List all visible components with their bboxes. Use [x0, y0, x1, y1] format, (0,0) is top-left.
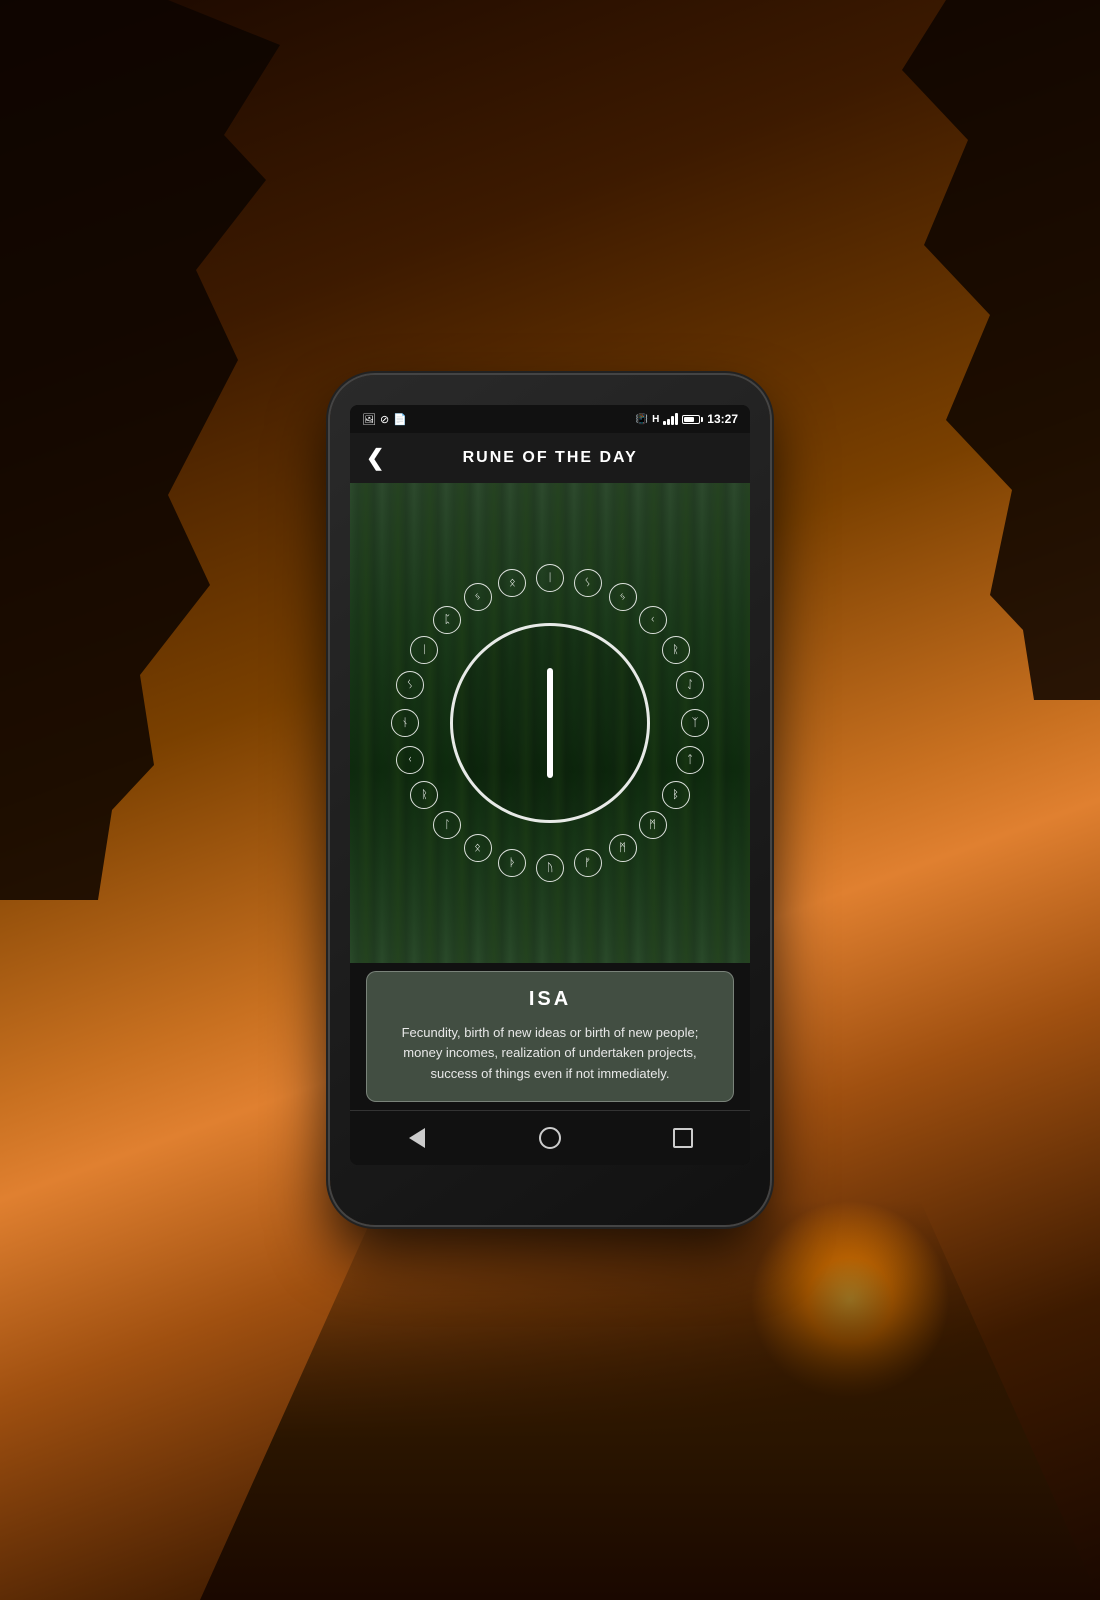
vibrate-icon: 📳: [636, 414, 648, 425]
rune-description: Fecundity, birth of new ideas or birth o…: [383, 1023, 717, 1085]
rune-ring-symbol: ᛟ: [498, 569, 526, 597]
rune-ring-symbol: ᚠ: [574, 849, 602, 877]
rune-circle-container: ᛁᛊᛃᚲᚱᛇᛉᛏᛒᛗᛗᚠᚢᚦᛟᛚᚱᚲᚾᛊᛁᛈᛃᛟ: [390, 563, 710, 883]
phone-device: 🖼 ⊘ 📄 📳 H 13:27: [330, 375, 770, 1225]
rune-ring-symbol: ᚢ: [536, 854, 564, 882]
rune-ring-symbol: ᚱ: [410, 781, 438, 809]
phone-screen: 🖼 ⊘ 📄 📳 H 13:27: [350, 405, 750, 1165]
home-circle-icon: [539, 1127, 561, 1149]
isa-rune-symbol: [547, 668, 553, 778]
status-bar: 🖼 ⊘ 📄 📳 H 13:27: [350, 405, 750, 433]
h-icon: H: [652, 414, 659, 425]
rune-ring-symbol: ᛗ: [609, 834, 637, 862]
status-time: 13:27: [707, 412, 738, 426]
file-status-icon: 📄: [393, 413, 407, 426]
back-button[interactable]: ❮: [366, 445, 384, 471]
rune-ring-symbol: ᛇ: [676, 671, 704, 699]
rune-ring-symbol: ᛚ: [433, 811, 461, 839]
recents-square-icon: [673, 1128, 693, 1148]
status-icons-right: 📳 H 13:27: [636, 412, 738, 426]
nav-recents-button[interactable]: [668, 1123, 698, 1153]
main-rune-circle: [450, 623, 650, 823]
rune-ring-symbol: ᛃ: [609, 583, 637, 611]
rune-ring-symbol: ᛗ: [639, 811, 667, 839]
rune-ring-symbol: ᛈ: [433, 606, 461, 634]
rune-ring-symbol: ᛁ: [410, 636, 438, 664]
rune-name: ISA: [383, 988, 717, 1011]
nav-back-button[interactable]: [402, 1123, 432, 1153]
rune-info-card: ISA Fecundity, birth of new ideas or bir…: [366, 971, 734, 1102]
rune-ring-symbol: ᛊ: [396, 671, 424, 699]
back-triangle-icon: [409, 1128, 425, 1148]
rune-ring-symbol: ᛊ: [574, 569, 602, 597]
signal-icon: [663, 413, 678, 425]
app-title: RUNE OF THE DAY: [396, 449, 704, 467]
battery-icon: [682, 415, 703, 424]
rune-ring-symbol: ᛏ: [676, 746, 704, 774]
rune-display-area: ᛁᛊᛃᚲᚱᛇᛉᛏᛒᛗᛗᚠᚢᚦᛟᛚᚱᚲᚾᛊᛁᛈᛃᛟ: [350, 483, 750, 963]
shield-status-icon: ⊘: [380, 413, 389, 426]
rune-ring-symbol: ᛉ: [681, 709, 709, 737]
image-status-icon: 🖼: [362, 413, 376, 426]
status-icons-left: 🖼 ⊘ 📄: [362, 413, 407, 426]
rune-ring-symbol: ᚾ: [391, 709, 419, 737]
rune-ring-symbol: ᛟ: [464, 834, 492, 862]
navigation-bar: [350, 1110, 750, 1165]
rune-ring-symbol: ᛁ: [536, 564, 564, 592]
rune-ring-symbol: ᚦ: [498, 849, 526, 877]
rune-ring-symbol: ᚲ: [396, 746, 424, 774]
app-bar: ❮ RUNE OF THE DAY: [350, 433, 750, 483]
rune-ring-symbol: ᚲ: [639, 606, 667, 634]
rune-ring-symbol: ᛒ: [662, 781, 690, 809]
rune-ring-symbol: ᛃ: [464, 583, 492, 611]
rune-ring-symbol: ᚱ: [662, 636, 690, 664]
nav-home-button[interactable]: [535, 1123, 565, 1153]
